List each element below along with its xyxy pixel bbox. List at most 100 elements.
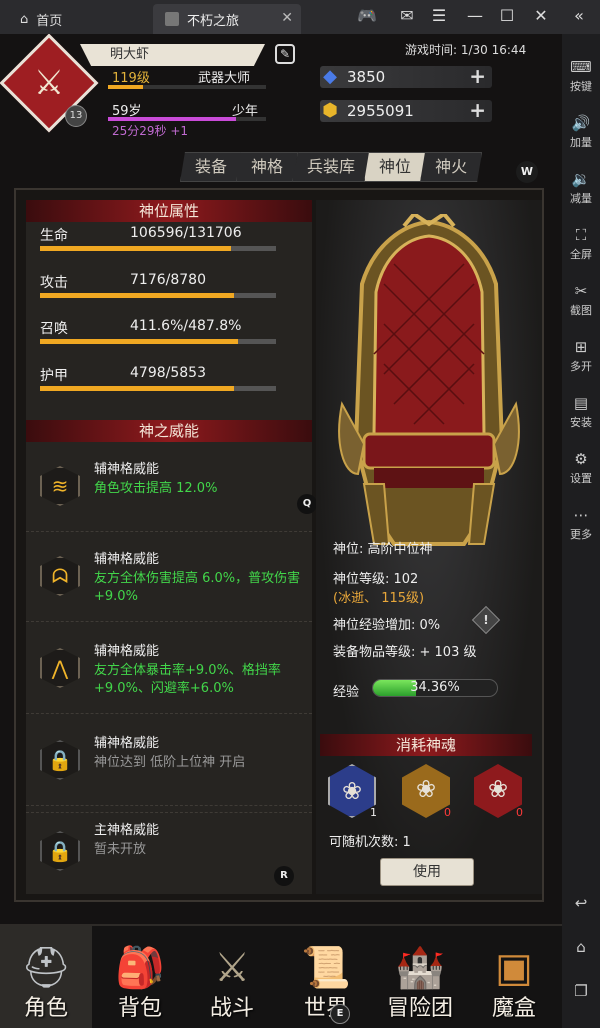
sidebar-item-screenshot[interactable]: ✂ 截图: [562, 280, 600, 318]
power-item-locked[interactable]: 🔒 辅神格威能 神位达到 低阶上位神 开启: [26, 718, 312, 806]
god-level-extra: (冰逝、 115级): [333, 591, 425, 606]
android-home-icon[interactable]: ⌂: [562, 938, 600, 956]
close-window-icon[interactable]: ✕: [530, 6, 552, 25]
sidebar-label: 多开: [570, 360, 592, 373]
powers-header: 神之威能: [26, 420, 312, 442]
sidebar-label: 更多: [570, 528, 592, 541]
close-tab-icon[interactable]: ✕: [281, 10, 293, 26]
fullscreen-icon: ⛶: [575, 226, 587, 244]
hotkey-q-badge: Q: [297, 494, 317, 514]
use-button[interactable]: 使用: [380, 858, 474, 886]
attr-summon-name: 召唤: [40, 321, 68, 337]
keyboard-icon: ⌨: [570, 58, 592, 76]
level-progress-bar: [108, 85, 266, 89]
collapse-sidebar-icon[interactable]: «: [568, 6, 590, 25]
nav-character[interactable]: ⛑ 角色: [0, 926, 92, 1028]
boot-icon: ᗣ: [40, 556, 80, 596]
edit-name-icon[interactable]: ✎: [275, 44, 295, 64]
power-desc: 友方全体暴击率+9.0%、格挡率+9.0%、闪避率+6.0%: [94, 663, 281, 696]
sword-shield-icon: ⚔: [214, 945, 250, 991]
tab-divine-fire[interactable]: 神火: [420, 152, 483, 182]
attr-bar-fill: [40, 246, 232, 251]
lock-icon: 🔒: [40, 831, 80, 871]
scissors-icon: ✂: [574, 282, 588, 300]
exp-label: 经验: [333, 685, 360, 700]
bottom-nav: ⛑ 角色 🎒 背包 ⚔ 战斗 📜 世界 🏰 冒险团 ▣ 魔盒: [0, 924, 562, 1028]
minimize-icon[interactable]: —: [464, 6, 486, 25]
exp-percent: 34.36%: [410, 680, 460, 695]
sidebar-item-fullscreen[interactable]: ⛶ 全屏: [562, 224, 600, 262]
add-diamond-button[interactable]: +: [469, 64, 486, 88]
game-tab[interactable]: 不朽之旅 ✕: [153, 4, 301, 34]
tab-armory[interactable]: 兵装库: [292, 152, 371, 182]
game-app-icon: [165, 12, 179, 26]
nav-adventure-team[interactable]: 🏰 冒险团: [374, 926, 466, 1028]
nav-world[interactable]: 📜 世界: [280, 926, 372, 1028]
emulator-sidebar: ⌨ 按键 🔊 加量 🔉 减量 ⛶ 全屏 ✂ 截图 ⊞ 多开 ▤ 安装 ⚙ 设置 …: [562, 34, 600, 1028]
maximize-icon[interactable]: ☐: [496, 6, 518, 25]
more-icon: ⋯: [573, 506, 589, 524]
attr-hp-name: 生命: [40, 228, 68, 244]
soul-gold-count: 0: [444, 806, 451, 819]
mail-icon[interactable]: ✉: [396, 6, 418, 25]
android-back-icon[interactable]: ↩: [562, 894, 600, 912]
nav-backpack[interactable]: 🎒 背包: [94, 926, 186, 1028]
sidebar-item-multi-instance[interactable]: ⊞ 多开: [562, 336, 600, 374]
sidebar-item-settings[interactable]: ⚙ 设置: [562, 448, 600, 486]
nav-battle[interactable]: ⚔ 战斗: [186, 926, 278, 1028]
home-tab[interactable]: ⌂ 首页: [0, 4, 150, 34]
magic-box-icon: ▣: [495, 945, 533, 991]
sidebar-item-volume-up[interactable]: 🔊 加量: [562, 112, 600, 150]
hotkey-e-badge: E: [330, 1004, 350, 1024]
attr-armor-name: 护甲: [40, 368, 68, 384]
tab-hotkey-badge: W: [516, 161, 538, 183]
god-rank: 神位: 高阶中位神: [333, 542, 433, 557]
wing-icon: ⋀: [40, 648, 80, 688]
gamepad-icon[interactable]: 🎮: [356, 6, 378, 25]
gold-currency: ⬢ 2955091 +: [320, 98, 492, 122]
throne-image: [338, 214, 520, 546]
menu-icon[interactable]: ☰: [428, 6, 450, 25]
nav-label: 冒险团: [386, 996, 453, 1021]
sidebar-item-volume-down[interactable]: 🔉 减量: [562, 168, 600, 206]
tab-divinity[interactable]: 神格: [236, 152, 299, 182]
power-item[interactable]: ⋀ 辅神格威能 友方全体暴击率+9.0%、格挡率+9.0%、闪避率+6.0%: [26, 626, 312, 714]
souls-header: 消耗神魂: [320, 734, 532, 756]
sidebar-item-more[interactable]: ⋯ 更多: [562, 504, 600, 542]
sidebar-label: 截图: [570, 304, 592, 317]
tab-god-position[interactable]: 神位: [364, 152, 427, 182]
nav-label: 魔盒: [491, 996, 536, 1021]
add-gold-button[interactable]: +: [469, 98, 486, 122]
age-progress-bar: [108, 117, 266, 121]
game-time: 游戏时间: 1/30 16:44: [405, 43, 527, 57]
level-progress-fill: [108, 85, 143, 89]
diamond-currency: ◆ 3850 +: [320, 64, 492, 88]
sidebar-label: 按键: [570, 80, 592, 93]
power-desc: 暂未开放: [94, 842, 147, 857]
crossed-swords-icon: ⚔: [33, 63, 65, 103]
sidebar-label: 加量: [570, 136, 592, 149]
multi-instance-icon: ⊞: [574, 338, 588, 356]
power-item[interactable]: ≋ 辅神格威能 角色攻击提高 12.0%: [26, 444, 312, 532]
attributes-header: 神位属性: [26, 200, 312, 222]
power-desc: 友方全体伤害提高 6.0%，普攻伤害+9.0%: [94, 571, 301, 604]
power-item-locked[interactable]: 🔒 主神格威能 暂未开放: [26, 812, 312, 892]
age-progress-fill: [108, 117, 236, 121]
soul-red-count: 0: [516, 806, 523, 819]
tab-equipment[interactable]: 装备: [180, 152, 243, 182]
backpack-icon: 🎒: [115, 945, 165, 991]
gold-icon: ⬢: [322, 100, 338, 121]
android-recents-icon[interactable]: ❐: [562, 982, 600, 1000]
attr-hp-bar: [40, 246, 276, 251]
warning-icon: !: [483, 613, 489, 627]
sidebar-item-install[interactable]: ▤ 安装: [562, 392, 600, 430]
sidebar-item-keymap[interactable]: ⌨ 按键: [562, 56, 600, 94]
power-item[interactable]: ᗣ 辅神格威能 友方全体伤害提高 6.0%，普攻伤害+9.0%: [26, 534, 312, 622]
power-title: 辅神格威能: [94, 644, 160, 659]
attr-bar-fill: [40, 293, 234, 298]
exp-progress-bar: 34.36%: [372, 679, 498, 697]
sidebar-label: 安装: [570, 416, 592, 429]
power-desc: 角色攻击提高 12.0%: [94, 481, 218, 496]
nav-magic-box[interactable]: ▣ 魔盒: [468, 926, 560, 1028]
settings-gear-icon: ⚙: [574, 450, 588, 468]
